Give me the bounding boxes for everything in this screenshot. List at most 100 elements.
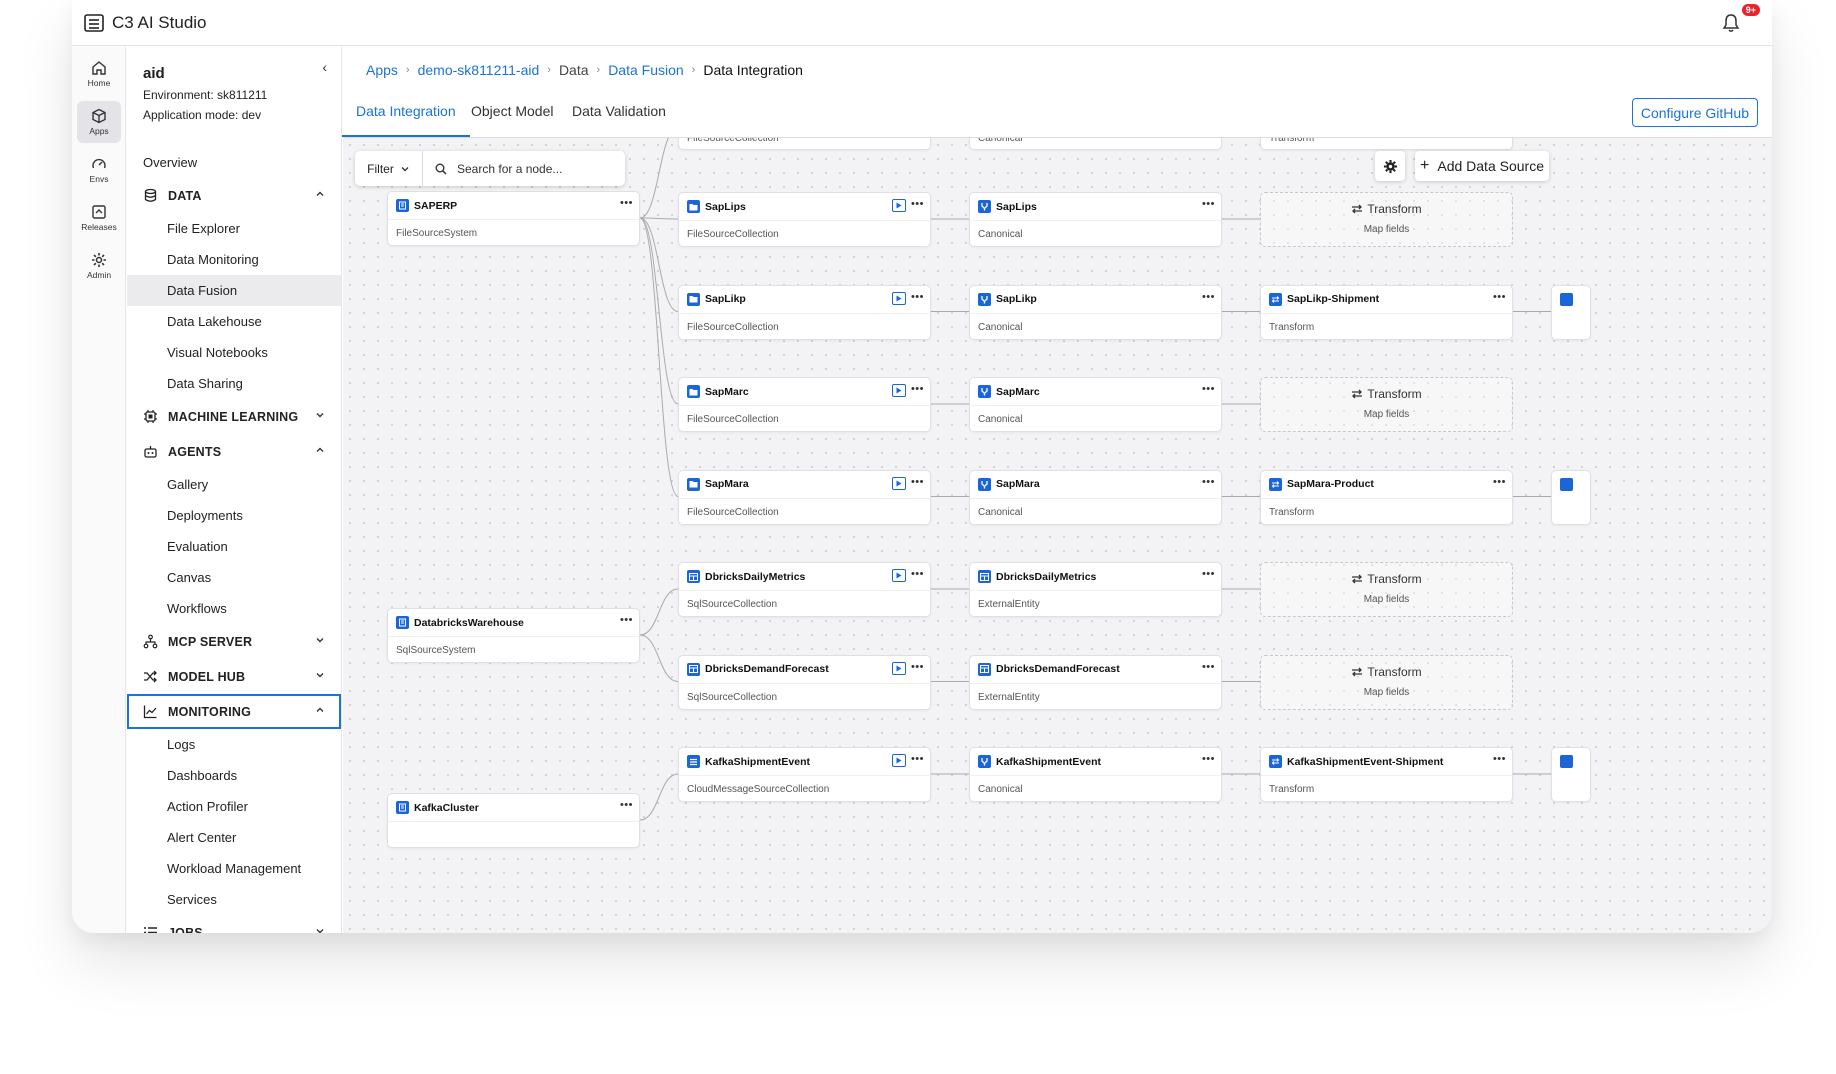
more-icon[interactable]: ••• xyxy=(1202,568,1215,580)
play-icon[interactable] xyxy=(892,754,906,767)
more-icon[interactable]: ••• xyxy=(1493,753,1506,765)
collection-node[interactable]: DbricksDemandForecast ••• SqlSourceCollect… xyxy=(678,654,931,710)
entity-node[interactable]: DbricksDailyMetrics ••• ExternalEntity xyxy=(969,562,1222,617)
breadcrumb-item-data-fusion[interactable]: Data Fusion xyxy=(608,62,683,78)
sidebar-item-workload-management[interactable]: Workload Management xyxy=(127,853,341,884)
transform-node[interactable]: KafkaShipmentEvent-Shipment ••• Transform xyxy=(1260,747,1513,802)
add-data-source-button[interactable]: + Add Data Source xyxy=(1415,151,1549,181)
sidebar-item-canvas[interactable]: Canvas xyxy=(127,562,341,593)
play-icon[interactable] xyxy=(892,384,906,397)
source-node-kafka-cluster[interactable]: KafkaCluster ••• xyxy=(387,793,640,848)
more-icon[interactable]: ••• xyxy=(1202,753,1215,765)
sidebar-section-machine-learning[interactable]: MACHINE LEARNING xyxy=(127,399,341,434)
partial-node[interactable]: Transform xyxy=(1260,138,1513,150)
more-icon[interactable]: ••• xyxy=(1202,383,1215,395)
play-icon[interactable] xyxy=(892,476,906,490)
sidebar-item-evaluation[interactable]: Evaluation xyxy=(127,531,341,562)
collection-node[interactable]: SapMarc ••• FileSourceCollection xyxy=(678,377,931,432)
chevron-up-icon[interactable] xyxy=(315,189,325,202)
partial-node[interactable]: FileSourceCollection xyxy=(678,138,931,150)
rail-item-home[interactable]: Home xyxy=(77,53,121,95)
chevron-up-icon[interactable] xyxy=(315,445,325,458)
sidebar-item-data-lakehouse[interactable]: Data Lakehouse xyxy=(127,306,341,337)
entity-node[interactable]: DbricksDemandForecast ••• ExternalEntity xyxy=(969,654,1222,710)
more-icon[interactable]: ••• xyxy=(620,799,633,811)
collection-node[interactable]: DbricksDailyMetrics ••• SqlSourceCollectio… xyxy=(678,562,931,617)
sidebar-section-model-hub[interactable]: MODEL HUB xyxy=(127,659,341,694)
play-icon[interactable] xyxy=(892,661,906,675)
breadcrumb-item-apps[interactable]: Apps xyxy=(366,62,398,78)
more-icon[interactable]: ••• xyxy=(911,291,924,303)
configure-github-button[interactable]: Configure GitHub xyxy=(1631,98,1758,127)
sidebar-item-overview[interactable]: Overview xyxy=(127,147,341,178)
sidebar-item-visual-notebooks[interactable]: Visual Notebooks xyxy=(127,337,341,368)
sidebar-item-file-explorer[interactable]: File Explorer xyxy=(127,213,341,244)
sidebar-item-workflows[interactable]: Workflows xyxy=(127,593,341,624)
empty-transform-node[interactable]: Transform Map fields xyxy=(1260,654,1513,710)
play-icon[interactable] xyxy=(892,291,906,305)
chevron-up-icon[interactable] xyxy=(315,705,325,718)
chevron-down-icon[interactable] xyxy=(315,635,325,648)
offscreen-node[interactable] xyxy=(1551,284,1591,340)
collection-node[interactable]: KafkaShipmentEvent ••• CloudMessageSourceC… xyxy=(678,747,931,802)
tab-data-integration[interactable]: Data Integration xyxy=(342,103,470,137)
entity-node[interactable]: SapLips ••• Canonical xyxy=(969,192,1222,247)
rail-item-releases[interactable]: Releases xyxy=(77,197,121,239)
entity-node[interactable]: SapLikp ••• Canonical xyxy=(969,284,1222,340)
collapse-sidebar-icon[interactable]: ‹ xyxy=(322,59,327,75)
filter-button[interactable]: Filter xyxy=(355,151,423,186)
more-icon[interactable]: ••• xyxy=(1202,476,1215,488)
more-icon[interactable]: ••• xyxy=(911,661,924,673)
canvas-settings-button[interactable] xyxy=(1375,151,1405,181)
entity-node[interactable]: KafkaShipmentEvent ••• Canonical xyxy=(969,747,1222,802)
more-icon[interactable]: ••• xyxy=(911,568,924,580)
transform-node[interactable]: SapLikp-Shipment ••• Transform xyxy=(1260,284,1513,340)
more-icon[interactable]: ••• xyxy=(620,197,633,209)
offscreen-node[interactable] xyxy=(1551,747,1591,802)
transform-node[interactable]: SapMara-Product ••• Transform xyxy=(1260,469,1513,525)
sidebar-section-agents[interactable]: AGENTS xyxy=(127,434,341,469)
empty-transform-node[interactable]: Transform Map fields xyxy=(1260,192,1513,247)
more-icon[interactable]: ••• xyxy=(1202,661,1215,673)
collection-node[interactable]: SapLips ••• FileSourceCollection xyxy=(678,192,931,247)
more-icon[interactable]: ••• xyxy=(1493,291,1506,303)
rail-item-apps[interactable]: Apps xyxy=(77,101,121,143)
sidebar-item-deployments[interactable]: Deployments xyxy=(127,500,341,531)
chevron-down-icon[interactable] xyxy=(315,410,325,423)
sidebar-section-data[interactable]: DATA xyxy=(127,178,341,213)
collection-node[interactable]: SapMara ••• FileSourceCollection xyxy=(678,469,931,525)
sidebar-section-mcp-server[interactable]: MCP SERVER xyxy=(127,624,341,659)
partial-node[interactable]: Canonical xyxy=(969,138,1222,150)
more-icon[interactable]: ••• xyxy=(1493,476,1506,488)
sidebar-item-data-sharing[interactable]: Data Sharing xyxy=(127,368,341,399)
sidebar-item-dashboards[interactable]: Dashboards xyxy=(127,760,341,791)
more-icon[interactable]: ••• xyxy=(911,383,924,395)
sidebar-item-data-fusion[interactable]: Data Fusion xyxy=(127,275,341,306)
rail-item-admin[interactable]: Admin xyxy=(77,245,121,287)
sidebar-item-logs[interactable]: Logs xyxy=(127,729,341,760)
search-node-input[interactable]: Search for a node... xyxy=(423,162,562,176)
sidebar-section-jobs[interactable]: JOBS xyxy=(127,915,341,933)
sidebar-item-gallery[interactable]: Gallery xyxy=(127,469,341,500)
more-icon[interactable]: ••• xyxy=(911,198,924,210)
more-icon[interactable]: ••• xyxy=(1202,291,1215,303)
sidebar-item-data-monitoring[interactable]: Data Monitoring xyxy=(127,244,341,275)
chevron-down-icon[interactable] xyxy=(315,926,325,933)
rail-item-envs[interactable]: Envs xyxy=(77,149,121,191)
offscreen-node[interactable] xyxy=(1551,469,1591,525)
sidebar-item-action-profiler[interactable]: Action Profiler xyxy=(127,791,341,822)
breadcrumb-item-demo-sk811211-aid[interactable]: demo-sk811211-aid xyxy=(418,62,540,78)
pipeline-canvas[interactable]: Filter Search for a node... + Add Data S… xyxy=(343,138,1772,933)
collection-node[interactable]: SapLikp ••• FileSourceCollection xyxy=(678,284,931,340)
more-icon[interactable]: ••• xyxy=(911,476,924,488)
tab-data-validation[interactable]: Data Validation xyxy=(572,103,666,119)
more-icon[interactable]: ••• xyxy=(1202,198,1215,210)
tab-object-model[interactable]: Object Model xyxy=(471,103,553,119)
entity-node[interactable]: SapMara ••• Canonical xyxy=(969,469,1222,525)
sidebar-section-monitoring[interactable]: MONITORING xyxy=(127,694,341,729)
chevron-down-icon[interactable] xyxy=(315,670,325,683)
bell-icon[interactable] xyxy=(1720,12,1742,34)
play-icon[interactable] xyxy=(892,569,906,582)
more-icon[interactable]: ••• xyxy=(911,753,924,765)
sidebar-item-services[interactable]: Services xyxy=(127,884,341,915)
